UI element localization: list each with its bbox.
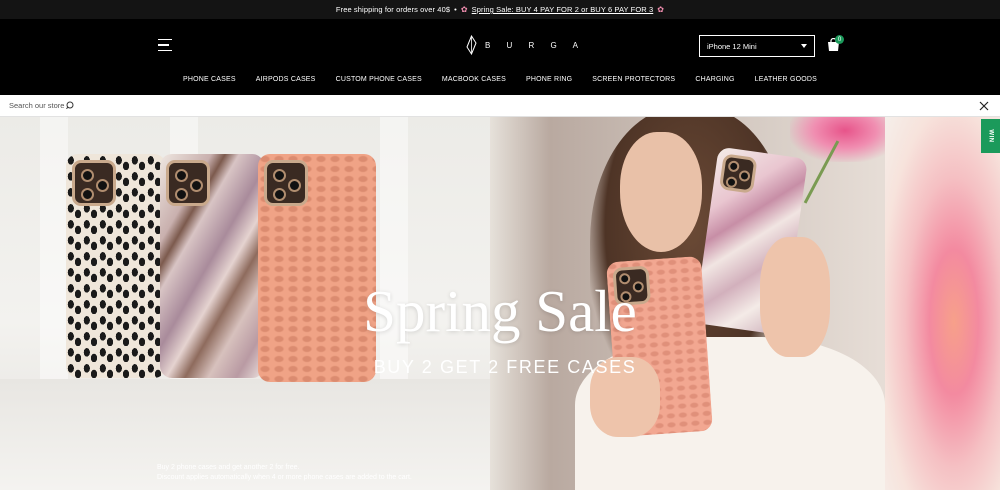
hero-subtitle: BUY 2 GET 2 FREE CASES <box>373 357 637 377</box>
main-nav: PHONE CASES AIRPODS CASES CUSTOM PHONE C… <box>0 76 1000 83</box>
croc-phone-case-image <box>258 154 376 382</box>
hero-note-line: Discount applies automatically when 4 or… <box>157 474 412 481</box>
hero-note: Buy 2 phone cases and get another 2 for … <box>157 463 412 483</box>
spring-sale-link[interactable]: Spring Sale: BUY 4 PAY FOR 2 or BUY 6 PA… <box>472 5 654 14</box>
menu-icon[interactable] <box>158 39 172 51</box>
search-icon[interactable] <box>66 101 75 110</box>
logo-mark-icon <box>466 35 477 55</box>
win-label: WIN <box>987 129 994 143</box>
device-model-value: iPhone 12 Mini <box>707 41 757 51</box>
nav-item-phone-ring[interactable]: PHONE RING <box>516 76 582 83</box>
nav-item-phone-cases[interactable]: PHONE CASES <box>173 76 246 83</box>
nav-item-screen-protectors[interactable]: SCREEN PROTECTORS <box>582 76 685 83</box>
site-header: B U R G A iPhone 12 Mini 0 PHONE CASES A… <box>0 19 1000 95</box>
nav-item-custom-phone-cases[interactable]: CUSTOM PHONE CASES <box>326 76 432 83</box>
separator: • <box>454 5 457 14</box>
model-face <box>620 132 702 252</box>
device-model-select[interactable]: iPhone 12 Mini <box>699 35 815 57</box>
nav-item-charging[interactable]: CHARGING <box>685 76 744 83</box>
search-input[interactable]: Search our store <box>9 101 64 110</box>
close-icon[interactable] <box>978 100 990 112</box>
nav-item-macbook-cases[interactable]: MACBOOK CASES <box>432 76 516 83</box>
logo-text: B U R G A <box>485 40 585 50</box>
burga-logo[interactable]: B U R G A <box>466 35 585 55</box>
hero-title: Spring Sale <box>363 278 637 344</box>
win-side-tab[interactable]: WIN <box>981 119 1000 153</box>
chevron-down-icon <box>801 44 807 48</box>
hero-banner[interactable]: Spring Sale BUY 2 GET 2 FREE CASES Buy 2… <box>0 117 1000 490</box>
search-bar[interactable]: Search our store <box>0 95 1000 117</box>
nav-item-airpods-cases[interactable]: AIRPODS CASES <box>246 76 326 83</box>
cart-button[interactable]: 0 <box>827 35 844 54</box>
nav-item-leather-goods[interactable]: LEATHER GOODS <box>745 76 827 83</box>
flower-image <box>790 117 890 162</box>
cart-count-badge: 0 <box>835 35 844 44</box>
shipping-text: Free shipping for orders over 40$ <box>335 5 451 14</box>
hero-note-line: Buy 2 phone cases and get another 2 for … <box>157 464 300 471</box>
cherry-blossom-icon: ✿ <box>657 5 665 14</box>
cherry-blossom-icon: ✿ <box>460 5 468 14</box>
announcement-bar: Free shipping for orders over 40$ • ✿ Sp… <box>0 0 1000 19</box>
